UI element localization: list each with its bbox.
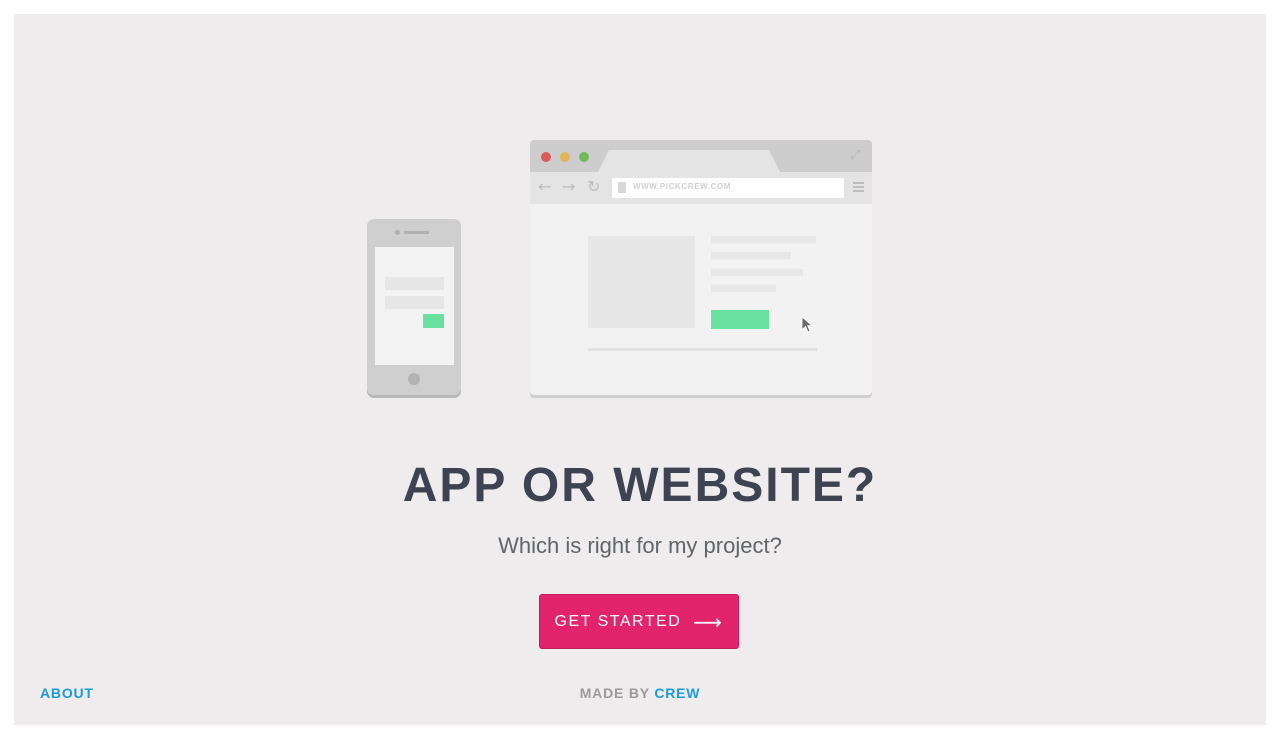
phone-speaker xyxy=(404,231,429,234)
browser-placeholder-line xyxy=(711,236,816,243)
phone-placeholder-button xyxy=(423,314,444,328)
back-arrow-icon: ← xyxy=(538,177,552,196)
mouse-cursor-icon xyxy=(801,316,813,333)
browser-placeholder-line xyxy=(711,252,791,259)
browser-placeholder-image xyxy=(588,236,695,328)
get-started-label: GET STARTED xyxy=(554,612,682,630)
hamburger-menu-icon xyxy=(853,182,864,194)
arrow-right-icon: ⟶ xyxy=(693,609,724,634)
browser-url-text: WWW.PICKCREW.COM xyxy=(633,182,732,191)
browser-placeholder-footer xyxy=(588,348,817,351)
phone-screen xyxy=(375,247,454,365)
document-icon xyxy=(618,182,626,193)
phone-home-button xyxy=(408,373,420,385)
page-subtitle: Which is right for my project? xyxy=(498,533,782,558)
phone-mockup xyxy=(367,219,461,395)
browser-titlebar: ⤢ xyxy=(530,140,872,172)
made-by-prefix: MADE BY xyxy=(579,685,650,701)
phone-camera xyxy=(395,230,400,235)
page-title: APP OR WEBSITE? xyxy=(402,459,878,512)
close-dot-icon xyxy=(541,152,551,162)
minimize-dot-icon xyxy=(560,152,570,162)
get-started-button[interactable]: GET STARTED ⟶ xyxy=(539,594,739,649)
phone-placeholder-line xyxy=(385,296,444,309)
phone-placeholder-line xyxy=(385,277,444,290)
browser-address-bar: WWW.PICKCREW.COM xyxy=(612,178,844,198)
forward-arrow-icon: → xyxy=(562,177,576,196)
made-by-credit: MADE BY CREW xyxy=(0,685,1280,701)
crew-link[interactable]: CREW xyxy=(654,685,700,701)
browser-tab xyxy=(598,150,780,172)
browser-placeholder-line xyxy=(711,285,776,292)
maximize-dot-icon xyxy=(579,152,589,162)
browser-mockup: ⤢ ← → ↻ WWW.PICKCREW.COM xyxy=(530,140,872,395)
browser-placeholder-line xyxy=(711,269,803,276)
hero-illustration: ⤢ ← → ↻ WWW.PICKCREW.COM xyxy=(366,140,886,400)
reload-icon: ↻ xyxy=(587,177,601,196)
browser-toolbar: ← → ↻ WWW.PICKCREW.COM xyxy=(530,172,872,204)
expand-icon: ⤢ xyxy=(850,148,861,163)
browser-placeholder-button xyxy=(711,310,769,329)
